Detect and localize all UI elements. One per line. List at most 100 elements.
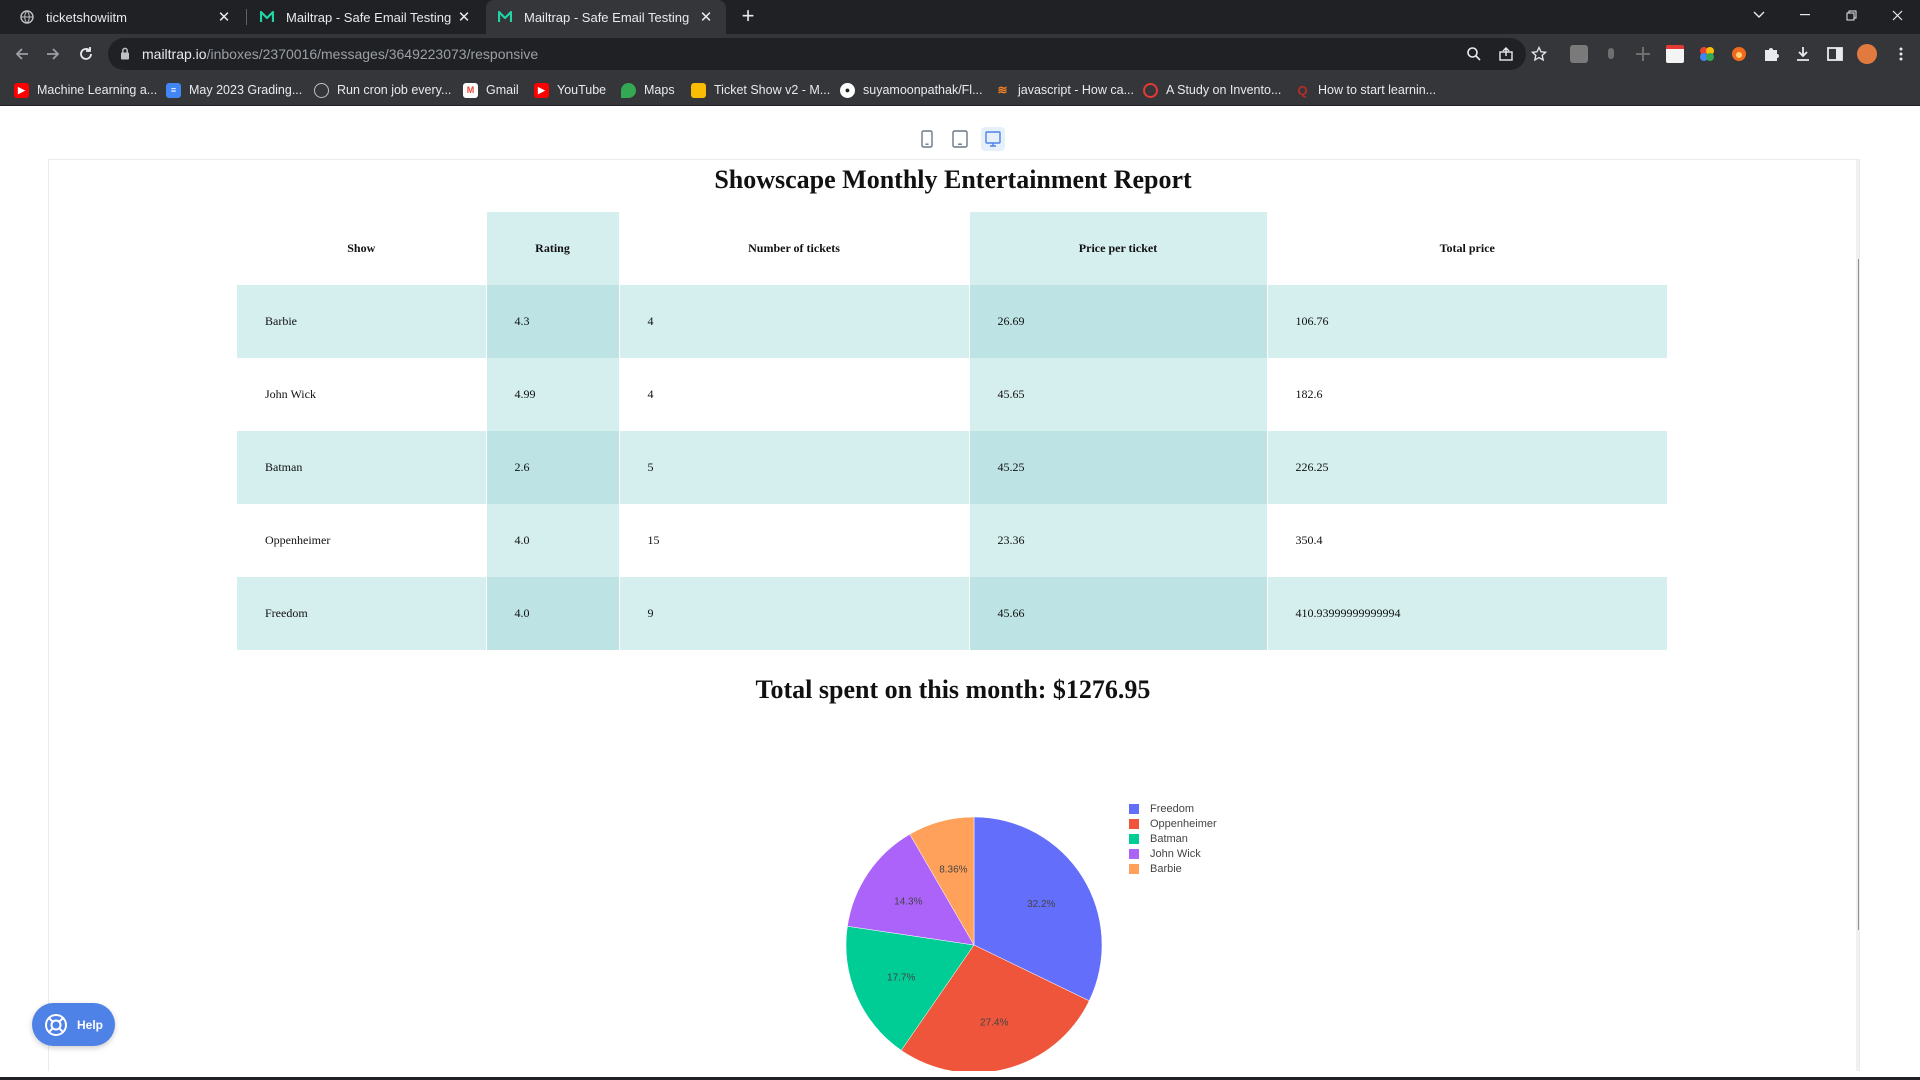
restore-icon[interactable]	[1828, 0, 1874, 30]
legend-item[interactable]: Batman	[1129, 831, 1217, 846]
legend-item[interactable]: John Wick	[1129, 847, 1217, 862]
tab-title: Mailtrap - Safe Email Testing	[286, 9, 452, 25]
table-cell: 4.3	[485, 285, 619, 358]
close-window-icon[interactable]	[1874, 0, 1920, 30]
bookmark-label: How to start learnin...	[1318, 83, 1437, 97]
youtube-icon: ▶	[534, 82, 549, 98]
column-header: Total price	[1266, 212, 1667, 285]
puzzle-icon[interactable]	[1762, 45, 1780, 63]
bookmark-label: A Study on Invento...	[1166, 83, 1282, 97]
zoom-icon[interactable]	[1466, 46, 1482, 62]
tab-ticketshowiitm[interactable]: ticketshowiitm ✕	[8, 0, 244, 34]
scroll-down-arrow-icon[interactable]: ▼	[1859, 1056, 1860, 1065]
tab-mailtrap-active[interactable]: Mailtrap - Safe Email Testing ✕	[486, 0, 726, 34]
share-icon[interactable]	[1498, 46, 1514, 62]
tab-divider	[246, 9, 247, 25]
column-header: Number of tickets	[618, 212, 969, 285]
bookmark-label: Ticket Show v2 - M...	[714, 83, 831, 97]
bookmark-item[interactable]: Ticket Show v2 - M...	[691, 81, 830, 99]
table-cell: 15	[618, 504, 969, 577]
mobile-view-icon[interactable]	[915, 127, 939, 151]
desktop-view-icon[interactable]	[981, 127, 1005, 151]
bookmark-item[interactable]: ▶ Machine Learning a...	[14, 81, 157, 99]
chart-legend: Freedom Oppenheimer Batman John Wick Barbie	[1129, 801, 1217, 877]
lock-icon	[120, 47, 130, 65]
table-row: Batman 2.6 5 45.25 226.25	[237, 431, 1667, 504]
pie-slice-label: 17.7%	[887, 973, 915, 984]
bookmark-item[interactable]: A Study on Invento...	[1143, 81, 1281, 99]
bookmark-item[interactable]: ▶ YouTube	[534, 81, 606, 99]
target-icon	[1143, 82, 1158, 98]
table-cell: 2.6	[485, 431, 619, 504]
bookmark-item[interactable]: ≋ javascript - How ca...	[995, 81, 1134, 99]
bookmark-label: Machine Learning a...	[37, 83, 158, 97]
legend-item[interactable]: Freedom	[1129, 801, 1217, 816]
globe-icon	[20, 10, 34, 24]
table-cell: 9	[618, 577, 969, 650]
bookmark-item[interactable]: ≡ May 2023 Grading...	[166, 81, 302, 99]
table-cell: 182.6	[1266, 358, 1667, 431]
legend-item[interactable]: Barbie	[1129, 862, 1217, 877]
close-tab-icon[interactable]: ✕	[698, 9, 714, 26]
pie-slice-label: 32.2%	[1027, 899, 1055, 910]
legend-item[interactable]: Oppenheimer	[1129, 816, 1217, 831]
table-row: Freedom 4.0 9 45.66 410.93999999999994	[237, 577, 1667, 650]
legend-label: John Wick	[1150, 848, 1201, 861]
tab-strip: ticketshowiitm ✕ Mailtrap - Safe Email T…	[0, 0, 1920, 34]
back-icon[interactable]	[10, 42, 34, 66]
tablet-view-icon[interactable]	[948, 127, 972, 151]
bookmark-label: May 2023 Grading...	[189, 83, 303, 97]
help-button[interactable]: Help	[32, 1003, 115, 1046]
stackoverflow-icon: ≋	[997, 83, 1008, 97]
bookmarks-bar: ▶ Machine Learning a... ≡ May 2023 Grading…	[0, 74, 1920, 106]
color-picker-icon[interactable]	[1698, 45, 1716, 63]
legend-swatch	[1129, 849, 1139, 860]
column-header: Show	[347, 241, 376, 255]
close-tab-icon[interactable]: ✕	[216, 9, 232, 26]
download-icon[interactable]	[1794, 45, 1812, 63]
forward-icon[interactable]	[41, 42, 65, 66]
bookmark-label: Run cron job every...	[337, 83, 452, 97]
close-tab-icon[interactable]: ✕	[456, 9, 472, 26]
scroll-thumb[interactable]	[1858, 259, 1859, 930]
side-panel-icon[interactable]	[1826, 45, 1844, 63]
minimize-icon[interactable]	[1782, 0, 1828, 30]
calendar-extension-icon[interactable]	[1666, 45, 1684, 63]
address-bar[interactable]: mailtrap.io/inboxes/2370016/messages/364…	[108, 38, 1526, 70]
fire-extension-icon[interactable]	[1730, 45, 1748, 63]
bookmark-item[interactable]: Q How to start learnin...	[1295, 81, 1436, 99]
table-cell: John Wick	[237, 358, 486, 431]
bookmark-star-icon[interactable]	[1530, 45, 1548, 62]
quora-icon: Q	[1297, 82, 1308, 98]
new-tab-button[interactable]: +	[736, 5, 760, 29]
reload-icon[interactable]	[74, 42, 98, 66]
url-text: mailtrap.io/inboxes/2370016/messages/364…	[142, 46, 538, 62]
extension-icon[interactable]	[1570, 45, 1588, 63]
column-header: Price per ticket	[968, 212, 1267, 285]
mailtrap-page: Showscape Monthly Entertainment Report S…	[0, 107, 1920, 1077]
scroll-up-arrow-icon[interactable]: ▲	[1859, 164, 1860, 173]
device-switcher	[915, 127, 1014, 151]
bookmark-item[interactable]: M Gmail	[463, 81, 519, 99]
bookmark-item[interactable]: ● suyamoonpathak/Fl...	[840, 81, 983, 99]
menu-kebab-icon[interactable]	[1892, 45, 1910, 63]
legend-label: Batman	[1150, 832, 1188, 845]
tab-mailtrap-1[interactable]: Mailtrap - Safe Email Testing ✕	[248, 0, 484, 34]
lifebuoy-icon	[45, 1013, 67, 1036]
preview-scrollbar[interactable]: ▲ ▼	[1856, 160, 1860, 1071]
help-label: Help	[77, 1017, 104, 1032]
youtube-icon: ▶	[14, 82, 29, 98]
legend-label: Barbie	[1150, 863, 1182, 876]
mouse-extension-icon[interactable]	[1602, 45, 1620, 63]
bookmark-label: Maps	[644, 83, 675, 97]
table-cell: 45.66	[968, 577, 1267, 650]
url-path: /inboxes/2370016/messages/3649223073/res…	[206, 46, 539, 62]
legend-swatch	[1129, 864, 1139, 875]
avatar[interactable]	[1857, 44, 1877, 64]
legend-label: Oppenheimer	[1150, 817, 1217, 830]
bookmark-item[interactable]: Run cron job every...	[314, 81, 451, 99]
table-cell: 4	[618, 285, 969, 358]
bookmark-item[interactable]: Maps	[621, 81, 675, 99]
tab-search-icon[interactable]	[1736, 0, 1782, 30]
ruler-extension-icon[interactable]	[1634, 45, 1652, 63]
